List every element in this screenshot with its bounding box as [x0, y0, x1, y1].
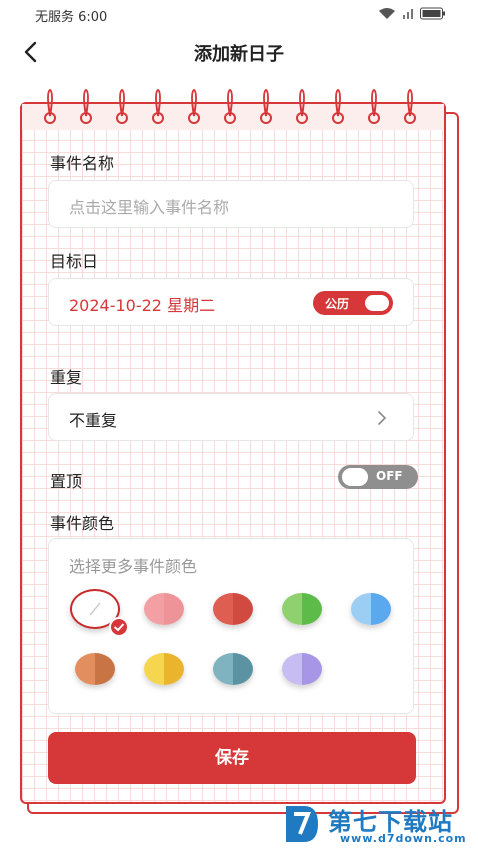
- watermark-url: www.d7down.com: [340, 832, 467, 845]
- battery-icon: [420, 7, 445, 20]
- target-date-value: 2024-10-22 星期二: [69, 296, 216, 315]
- target-date-field[interactable]: 2024-10-22 星期二 公历: [48, 278, 414, 326]
- calendar-type-toggle[interactable]: 公历: [313, 291, 393, 315]
- event-color-label: 事件颜色: [50, 514, 115, 533]
- watermark: 第七下载站 www.d7down.com: [282, 800, 478, 850]
- color-swatch[interactable]: [282, 593, 322, 625]
- color-swatch[interactable]: [75, 653, 115, 685]
- color-swatch[interactable]: [351, 593, 391, 625]
- wifi-icon: [379, 8, 395, 19]
- status-icons: [378, 7, 446, 20]
- signal-off-icon: [403, 9, 413, 19]
- status-bar: 无服务 6:00: [0, 0, 478, 28]
- color-swatch[interactable]: [282, 653, 322, 685]
- d7down-logo-icon: [286, 806, 318, 842]
- pin-label: 置顶: [50, 472, 83, 491]
- notebook-sheet: 事件名称 点击这里输入事件名称 目标日 2024-10-22 星期二 公历 重复…: [20, 88, 446, 804]
- pin-toggle-label: OFF: [376, 469, 403, 483]
- color-swatch[interactable]: [144, 653, 184, 685]
- status-carrier-time: 无服务 6:00: [35, 10, 108, 25]
- repeat-label: 重复: [50, 368, 83, 387]
- repeat-selector[interactable]: 不重复: [48, 393, 414, 441]
- color-swatch[interactable]: [213, 653, 253, 685]
- event-name-input[interactable]: 点击这里输入事件名称: [48, 180, 414, 228]
- toggle-knob: [365, 295, 389, 311]
- chevron-right-icon: [378, 411, 387, 425]
- toggle-knob: [342, 468, 368, 486]
- more-colors-link[interactable]: 选择更多事件颜色: [69, 553, 197, 577]
- repeat-value: 不重复: [69, 411, 118, 430]
- calendar-type-label: 公历: [325, 297, 350, 311]
- nav-bar: 添加新日子: [0, 28, 478, 76]
- target-date-label: 目标日: [50, 252, 99, 271]
- event-name-label: 事件名称: [50, 154, 115, 173]
- color-swatch[interactable]: [213, 593, 253, 625]
- save-button[interactable]: 保存: [48, 732, 416, 784]
- event-name-placeholder: 点击这里输入事件名称: [69, 198, 230, 217]
- color-swatch[interactable]: [144, 593, 184, 625]
- selected-check-icon: [109, 617, 129, 637]
- page-title: 添加新日子: [194, 44, 284, 65]
- pin-toggle[interactable]: OFF: [338, 465, 418, 489]
- color-picker: 选择更多事件颜色: [48, 538, 414, 714]
- binder-rings: [44, 88, 416, 124]
